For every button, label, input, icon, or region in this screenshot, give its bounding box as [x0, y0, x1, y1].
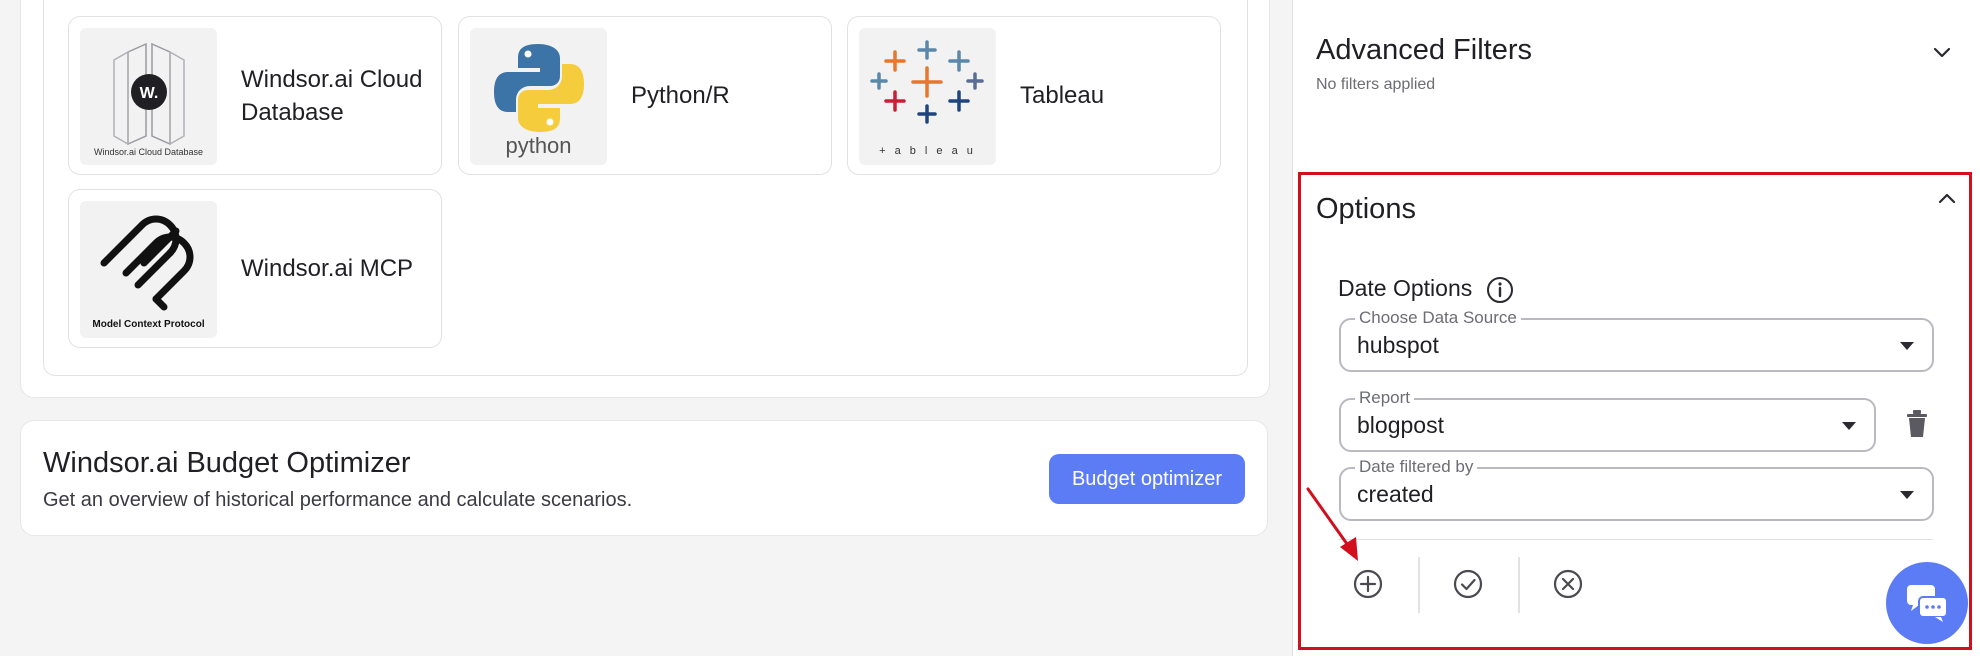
chat-icon [1907, 585, 1948, 622]
date-options-label: Date Options [1338, 275, 1473, 301]
tableau-logo: + a b l e a u [859, 28, 996, 165]
choose-data-source-select[interactable]: Choose Data Source hubspot [1339, 308, 1934, 372]
chevron-up-icon[interactable] [1935, 187, 1959, 211]
select-legend: Choose Data Source [1355, 308, 1521, 328]
select-legend: Date filtered by [1355, 457, 1478, 477]
destination-tile-windsor-cloud-database[interactable]: W. Windsor.ai Cloud Database Windsor.ai … [68, 16, 442, 175]
mcp-logo: Model Context Protocol [80, 201, 217, 338]
budget-optimizer-card: Windsor.ai Budget Optimizer Get an overv… [20, 420, 1268, 536]
destination-tile-windsor-mcp[interactable]: Model Context Protocol Windsor.ai MCP [68, 189, 442, 348]
select-legend: Report [1355, 388, 1415, 408]
tile-label: Python/R [631, 82, 730, 109]
select-value: hubspot [1357, 332, 1439, 358]
check-circle-icon[interactable] [1451, 567, 1485, 601]
divider [1418, 557, 1420, 613]
tile-label: Tableau [1020, 82, 1105, 109]
svg-text:W.: W. [140, 85, 159, 102]
destination-tile-python-r[interactable]: python Python/R [458, 16, 832, 175]
advanced-filters-title[interactable]: Advanced Filters [1316, 34, 1532, 67]
budget-optimizer-title: Windsor.ai Budget Optimizer [43, 447, 411, 479]
budget-optimizer-button[interactable]: Budget optimizer [1049, 454, 1245, 504]
chat-widget-button[interactable] [1886, 562, 1968, 644]
dropdown-caret-icon [1900, 342, 1914, 350]
options-section: Options Date Options Choose Data Source … [1298, 172, 1972, 650]
dropdown-caret-icon [1900, 491, 1914, 499]
date-filtered-by-select[interactable]: Date filtered by created [1339, 457, 1934, 521]
cancel-circle-icon[interactable] [1551, 567, 1585, 601]
destinations-grid: W. Windsor.ai Cloud Database Windsor.ai … [43, 0, 1248, 376]
select-value: blogpost [1357, 412, 1444, 438]
tile-label: Windsor.ai MCP [241, 255, 414, 282]
windsor-cloud-database-logo: W. Windsor.ai Cloud Database [80, 28, 217, 165]
annotation-arrow-icon [1306, 487, 1358, 561]
budget-optimizer-subtitle: Get an overview of historical performanc… [43, 489, 633, 511]
divider [1338, 539, 1933, 540]
tile-label: Windsor.ai Cloud Database [241, 65, 423, 126]
advanced-filters-status: No filters applied [1316, 76, 1436, 93]
trash-icon[interactable] [1904, 409, 1930, 439]
dropdown-caret-icon [1842, 422, 1856, 430]
info-icon[interactable] [1485, 275, 1515, 305]
report-select[interactable]: Report blogpost [1339, 388, 1876, 452]
chevron-down-icon[interactable] [1930, 40, 1954, 64]
destination-tile-tableau[interactable]: + a b l e a u Tableau [847, 16, 1221, 175]
python-logo: python [470, 28, 607, 165]
divider [1518, 557, 1520, 613]
options-title[interactable]: Options [1316, 193, 1416, 226]
add-circle-icon[interactable] [1351, 567, 1385, 601]
